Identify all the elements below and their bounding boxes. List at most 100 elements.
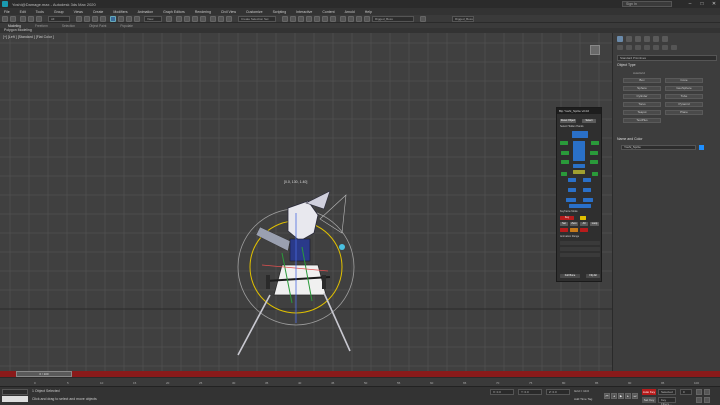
minimize-button[interactable]: – — [684, 0, 696, 8]
create-tube-button[interactable]: Tube — [665, 94, 703, 99]
menu-item-help[interactable]: Help — [365, 10, 372, 14]
set-key-button[interactable]: Set Key — [642, 397, 656, 403]
next-frame-icon[interactable]: ▸ — [625, 393, 631, 399]
picker-range-row-3[interactable] — [560, 253, 600, 257]
helpers-icon[interactable] — [653, 45, 659, 50]
array-icon[interactable] — [364, 16, 370, 22]
create-geosphere-button[interactable]: GeoSphere — [665, 86, 703, 91]
menu-item-modifiers[interactable]: Modifiers — [113, 10, 127, 14]
picker-pelvis-button[interactable] — [573, 164, 585, 168]
mirror-tool-icon[interactable] — [356, 16, 362, 22]
picker-clavicle-l[interactable] — [560, 141, 568, 145]
menu-item-create[interactable]: Create — [93, 10, 104, 14]
current-frame-field[interactable]: 0 — [680, 389, 692, 395]
layer-icon[interactable] — [226, 16, 232, 22]
maxscript-mini-field[interactable] — [2, 396, 28, 402]
rect-selection-icon[interactable] — [92, 16, 98, 22]
picker-select-button[interactable]: Select — [582, 119, 596, 123]
viewport[interactable]: [+] [Left ] [Standard ] [Flat Color ] [0… — [0, 33, 612, 371]
isolate-icon[interactable] — [420, 16, 426, 22]
picker-range-row-2[interactable] — [560, 247, 600, 251]
picker-flip-button[interactable]: Flip All — [586, 274, 600, 278]
align-icon[interactable] — [218, 16, 224, 22]
place-icon[interactable] — [134, 16, 140, 22]
spacewarps-icon[interactable] — [662, 45, 668, 50]
scale-icon[interactable] — [126, 16, 132, 22]
character-model[interactable] — [230, 173, 370, 371]
auto-key-button[interactable]: Auto Key — [642, 389, 656, 395]
menu-item-interactive[interactable]: Interactive — [296, 10, 312, 14]
hierarchy-tab-icon[interactable] — [635, 36, 641, 42]
picker-foot-r[interactable] — [583, 198, 593, 202]
menu-item-graph-editors[interactable]: Graph Editors — [163, 10, 185, 14]
menu-item-group[interactable]: Group — [54, 10, 64, 14]
modify-tab-icon[interactable] — [626, 36, 632, 42]
picker-calf-l[interactable] — [568, 188, 576, 192]
ribbon-tab-modeling[interactable]: Modeling — [8, 24, 21, 28]
picker-orange-button[interactable] — [570, 228, 578, 232]
picker-loop-button[interactable]: Loop — [590, 222, 599, 226]
picker-forearm-r[interactable] — [590, 160, 598, 164]
viewcube-icon[interactable] — [590, 45, 600, 55]
viewport-layout-icon[interactable] — [340, 16, 346, 22]
ribbon-tab-object-paint[interactable]: Object Paint — [89, 24, 106, 28]
object-name-field[interactable]: Yoshi_Sprite — [621, 145, 696, 150]
mirror-icon[interactable] — [210, 16, 216, 22]
picker-red-button-2[interactable] — [580, 228, 588, 232]
add-time-tag[interactable]: Add Time Tag — [574, 397, 592, 401]
object-color-swatch[interactable] — [699, 145, 704, 150]
select-by-name-icon[interactable] — [84, 16, 90, 22]
key-filters-button[interactable]: Key Filters... — [658, 397, 676, 405]
shapes-icon[interactable] — [626, 45, 632, 50]
bind-space-warp-icon[interactable] — [36, 16, 42, 22]
move-icon[interactable] — [110, 16, 116, 22]
create-sphere-button[interactable]: Sphere — [623, 86, 661, 91]
picker-thigh-l[interactable] — [568, 178, 576, 182]
goto-end-icon[interactable]: ⏭ — [632, 393, 638, 399]
picker-title[interactable]: Bip Yoshi_Sprite v0.02 — [557, 108, 601, 114]
lights-icon[interactable] — [635, 45, 641, 50]
picker-foot-l[interactable] — [566, 198, 576, 202]
picker-red-button-1[interactable] — [560, 228, 568, 232]
goto-start-icon[interactable]: ⏮ — [604, 393, 610, 399]
pan-icon[interactable] — [696, 397, 702, 403]
window-crossing-icon[interactable] — [100, 16, 106, 22]
app-logo-icon[interactable] — [2, 1, 8, 7]
picker-key-button[interactable]: Key — [560, 216, 574, 220]
picker-reset-button[interactable]: Reset Object — [560, 119, 576, 123]
picker-upperarm-r[interactable] — [590, 151, 598, 155]
autogrid-checkbox[interactable]: AutoGrid — [633, 71, 645, 75]
picker-key-color[interactable] — [580, 216, 586, 220]
sign-in-field[interactable]: Sign In — [622, 1, 672, 7]
create-cylinder-button[interactable]: Cylinder — [623, 94, 661, 99]
selection-filter-dropdown[interactable]: All — [48, 16, 70, 22]
zoom-all-icon[interactable] — [704, 389, 710, 395]
named-selection-dropdown[interactable]: Rigged_Boss — [372, 16, 414, 22]
object-type-rollout[interactable]: Object Type — [617, 63, 717, 67]
create-tab-icon[interactable] — [617, 36, 623, 42]
primitive-category-dropdown[interactable]: Standard Primitives — [617, 55, 717, 61]
picker-root-button[interactable] — [569, 204, 591, 208]
render-frame-icon[interactable] — [322, 16, 328, 22]
picker-zero-button[interactable]: Zero — [570, 222, 578, 226]
character-picker-window[interactable]: Bip Yoshi_Sprite v0.02 Reset Object Sele… — [556, 107, 602, 282]
undo-icon[interactable] — [2, 16, 8, 22]
pivot-center-icon[interactable] — [166, 16, 172, 22]
cameras-icon[interactable] — [644, 45, 650, 50]
create-pyramid-button[interactable]: Pyramid — [665, 102, 703, 107]
material-editor-icon[interactable] — [306, 16, 312, 22]
menu-item-edit[interactable]: Edit — [20, 10, 26, 14]
picker-select-hidden[interactable]: Select Hidden Hands — [560, 125, 598, 129]
create-teapot-button[interactable]: Teapot — [623, 110, 661, 115]
menu-item-scripting[interactable]: Scripting — [273, 10, 287, 14]
percent-snap-icon[interactable] — [192, 16, 198, 22]
orbit-icon[interactable] — [704, 397, 710, 403]
menu-item-file[interactable]: File — [4, 10, 10, 14]
motion-tab-icon[interactable] — [644, 36, 650, 42]
picker-range-row-1[interactable] — [560, 241, 600, 245]
create-cone-button[interactable]: Cone — [665, 78, 703, 83]
systems-icon[interactable] — [671, 45, 677, 50]
redo-icon[interactable] — [10, 16, 16, 22]
curve-editor-icon[interactable] — [290, 16, 296, 22]
z-coordinate-field[interactable]: Z: 0.0 — [546, 389, 570, 395]
